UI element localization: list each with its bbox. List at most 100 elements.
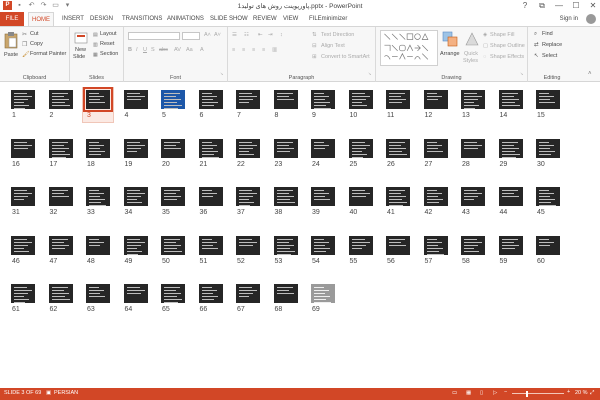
tab-transitions[interactable]: TRANSITIONS [122, 12, 162, 26]
user-avatar-icon[interactable] [586, 14, 596, 24]
new-slide-icon[interactable] [74, 31, 88, 45]
numbering-icon[interactable]: ☷ [244, 32, 249, 38]
new-slide-label-1[interactable]: New [75, 47, 86, 53]
slide-thumbnail[interactable] [161, 138, 185, 158]
text-direction-button[interactable]: Text Direction [321, 32, 354, 38]
slide-thumbnail[interactable] [236, 235, 260, 255]
layout-icon[interactable]: ▤ [93, 32, 100, 38]
shape-effects-icon[interactable]: ◌ [483, 54, 486, 60]
copy-button[interactable]: Copy [30, 41, 43, 47]
slide-thumbnail[interactable] [123, 187, 148, 206]
new-slide-label-2[interactable]: Slide [73, 54, 85, 60]
tab-home[interactable]: HOME [28, 12, 54, 27]
slide-thumbnail[interactable] [498, 235, 523, 255]
slide-thumbnail[interactable] [536, 90, 560, 109]
slide-thumbnail[interactable] [273, 138, 298, 158]
smartart-icon[interactable]: ⊞ [312, 54, 317, 60]
slide-thumbnail[interactable] [386, 90, 410, 109]
slide-thumbnail[interactable] [48, 235, 73, 255]
slide-thumbnail[interactable] [11, 90, 35, 109]
select-button[interactable]: Select [542, 53, 557, 59]
zoom-out-icon[interactable]: − [504, 389, 507, 395]
justify-icon[interactable]: ≡ [262, 47, 265, 53]
shrink-font-icon[interactable]: A˅ [214, 32, 221, 38]
slide-thumbnail[interactable] [11, 284, 35, 303]
slide-thumbnail[interactable] [311, 138, 335, 158]
slide-thumbnail[interactable] [461, 235, 485, 255]
slide-thumbnail[interactable] [423, 138, 448, 158]
slide-thumbnail[interactable] [348, 138, 373, 158]
arrange-button[interactable]: Arrange [440, 51, 460, 57]
slide-thumbnail[interactable] [273, 90, 298, 109]
slide-thumbnail[interactable] [161, 187, 185, 206]
change-case-icon[interactable]: Aa [186, 47, 193, 53]
tab-review[interactable]: REVIEW [253, 12, 277, 26]
slide-thumbnail[interactable] [311, 187, 335, 206]
slide-thumbnail[interactable] [423, 235, 448, 255]
tab-view[interactable]: VIEW [283, 12, 298, 26]
tab-slide-show[interactable]: SLIDE SHOW [210, 12, 248, 26]
font-name-combo[interactable] [128, 32, 180, 40]
maximize-icon[interactable]: ☐ [571, 0, 581, 11]
slide-thumbnail[interactable] [198, 90, 223, 109]
slide-thumbnail[interactable] [161, 235, 185, 255]
underline-icon[interactable]: U [143, 47, 147, 53]
tab-insert[interactable]: INSERT [62, 12, 84, 26]
slide-thumbnail[interactable] [11, 187, 35, 206]
fit-slide-icon[interactable]: ⤢ [590, 390, 594, 397]
font-color-icon[interactable]: A [200, 47, 204, 53]
paste-button[interactable]: Paste [4, 52, 18, 58]
align-center-icon[interactable]: ≡ [242, 47, 245, 53]
slide-thumbnail[interactable] [348, 90, 373, 109]
slide-thumbnail[interactable] [161, 284, 185, 303]
cut-icon[interactable]: ✂ [22, 31, 29, 38]
slide-thumbnail[interactable] [198, 284, 223, 303]
quick-styles-icon[interactable] [464, 31, 480, 47]
slide-thumbnail[interactable] [11, 235, 35, 255]
shape-outline-icon[interactable]: ▢ [483, 43, 488, 49]
slide-thumbnail[interactable] [86, 284, 110, 303]
slide-thumbnail[interactable] [498, 138, 523, 158]
slide-thumbnail[interactable] [461, 187, 485, 206]
close-icon[interactable]: ✕ [588, 0, 598, 11]
slide-thumbnail[interactable] [311, 90, 335, 109]
quick-styles-label-1[interactable]: Quick [464, 51, 478, 57]
slide-thumbnail[interactable] [536, 235, 560, 255]
tab-fileminimizer[interactable]: FILEminimizer [309, 12, 347, 26]
tab-animations[interactable]: ANIMATIONS [167, 12, 204, 26]
columns-icon[interactable]: ▥ [272, 47, 277, 53]
find-button[interactable]: Find [542, 31, 553, 37]
minimize-icon[interactable]: — [554, 0, 564, 11]
replace-icon[interactable]: ⇄ [534, 42, 539, 48]
collapse-ribbon-icon[interactable]: ˄ [588, 71, 592, 77]
slide-thumbnail[interactable] [236, 138, 260, 158]
slide-thumbnail[interactable] [386, 138, 410, 158]
slide-thumbnail[interactable] [86, 235, 110, 255]
shape-fill-icon[interactable]: ◈ [483, 32, 487, 38]
slideshow-view-icon[interactable]: ▷ [493, 390, 497, 396]
format-painter-icon[interactable]: 🖌 [22, 51, 30, 58]
line-spacing-icon[interactable]: ↕ [280, 32, 283, 38]
slide-thumbnail[interactable] [123, 284, 148, 303]
slide-thumbnail[interactable] [461, 138, 485, 158]
slide-thumbnail[interactable] [423, 90, 448, 109]
section-button[interactable]: Section [100, 51, 118, 57]
copy-icon[interactable]: ❐ [22, 41, 29, 48]
slide-thumbnail[interactable] [348, 187, 373, 206]
reading-view-icon[interactable]: ▯ [480, 390, 483, 396]
zoom-slider-thumb[interactable] [526, 391, 529, 397]
slide-thumbnail[interactable] [48, 138, 73, 158]
align-text-button[interactable]: Align Text [321, 43, 345, 49]
slide-thumbnail[interactable] [536, 138, 560, 158]
sign-in-link[interactable]: Sign in [560, 12, 578, 26]
slide-thumbnail[interactable] [423, 187, 448, 206]
slide-thumbnail[interactable] [236, 284, 260, 303]
shape-outline-button[interactable]: Shape Outline [490, 43, 525, 49]
layout-button[interactable]: Layout [100, 31, 117, 37]
slide-thumbnail[interactable] [11, 138, 35, 158]
slide-thumbnail[interactable] [86, 187, 110, 206]
slide-thumbnail[interactable] [123, 235, 148, 255]
format-painter-button[interactable]: Format Painter [30, 51, 66, 57]
slide-thumbnail[interactable] [236, 187, 260, 206]
italic-icon[interactable]: I [136, 47, 138, 53]
